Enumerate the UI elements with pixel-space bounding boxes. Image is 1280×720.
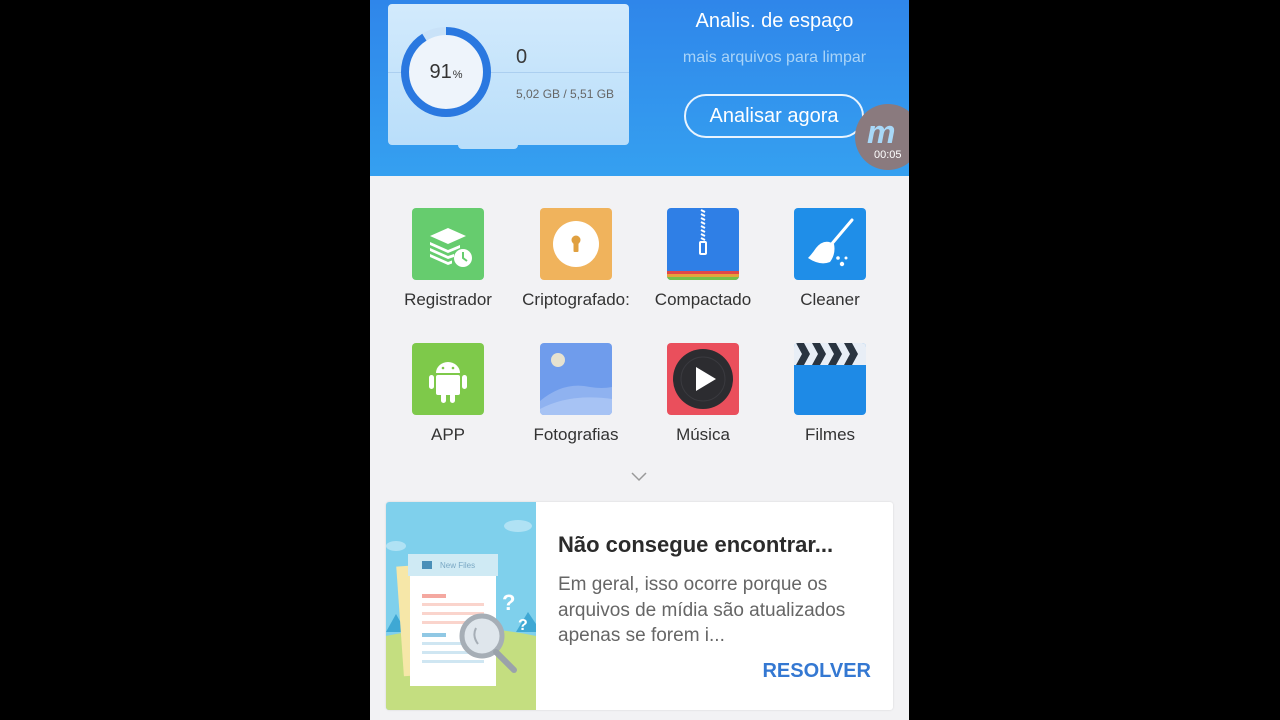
phone-screen: 91% 0 5,02 GB / 5,51 GB Analis. de espaç…: [370, 0, 909, 720]
missing-files-illustration: New Files ? ?: [386, 502, 536, 710]
category-label: Fotografias: [533, 425, 619, 444]
category-label: Filmes: [804, 425, 856, 444]
category-label: Criptografado:: [522, 290, 630, 309]
tip-title: Não consegue encontrar...: [558, 532, 834, 557]
tip-body: Em geral, isso ocorre porque os arquivos…: [558, 574, 846, 646]
expand-chevron-icon[interactable]: [631, 470, 647, 482]
analysis-title: Analis. de espaço: [695, 10, 854, 32]
svg-text:?: ?: [518, 617, 528, 634]
screen-recorder-badge[interactable]: m 00:05: [855, 104, 909, 170]
category-criptografado[interactable]: Criptografado:: [511, 208, 641, 310]
category-label: Registrador: [404, 290, 492, 309]
resolve-button[interactable]: RESOLVER: [762, 660, 871, 683]
category-fotografias[interactable]: Fotografias: [511, 343, 641, 445]
category-musica[interactable]: Música: [638, 343, 768, 445]
photo-icon: [540, 343, 612, 415]
percent-unit: %: [452, 69, 463, 81]
broom-icon: [794, 208, 866, 280]
recorder-timer: 00:05: [874, 149, 902, 161]
category-label: Compactado: [654, 290, 752, 309]
category-compactado[interactable]: Compactado: [638, 208, 768, 310]
analysis-subtitle: mais arquivos para limpar: [682, 49, 867, 66]
zip-icon: [667, 208, 739, 280]
card-notch: [458, 143, 518, 149]
android-icon: [412, 343, 484, 415]
category-cleaner[interactable]: Cleaner: [765, 208, 895, 310]
analyze-now-button[interactable]: Analisar agora: [684, 94, 864, 138]
category-label: Cleaner: [800, 290, 860, 309]
storage-header: 91% 0 5,02 GB / 5,51 GB Analis. de espaç…: [370, 0, 909, 176]
illustration-label: New Files: [440, 561, 475, 570]
percent-value: 91: [429, 60, 452, 83]
category-app[interactable]: APP: [383, 343, 513, 445]
clapperboard-icon: [794, 343, 866, 415]
file-count: 0: [516, 46, 528, 68]
storage-usage: 5,02 GB / 5,51 GB: [516, 87, 615, 101]
category-grid: Registrador Criptografado: Compactado Cl…: [370, 176, 909, 496]
category-label: Música: [676, 425, 730, 444]
play-disc-icon: [667, 343, 739, 415]
layers-clock-icon: [412, 208, 484, 280]
tip-card: New Files ? ? Não consegue encontrar... …: [386, 502, 893, 710]
category-label: APP: [430, 425, 466, 444]
svg-text:?: ?: [502, 590, 515, 615]
category-filmes[interactable]: Filmes: [765, 343, 895, 445]
recorder-logo-icon: m: [867, 114, 895, 150]
sd-card-panel[interactable]: 91% 0 5,02 GB / 5,51 GB: [388, 4, 629, 149]
category-registrador[interactable]: Registrador: [383, 208, 513, 310]
storage-percent: 91%: [400, 26, 492, 118]
keyhole-lock-icon: [540, 208, 612, 280]
